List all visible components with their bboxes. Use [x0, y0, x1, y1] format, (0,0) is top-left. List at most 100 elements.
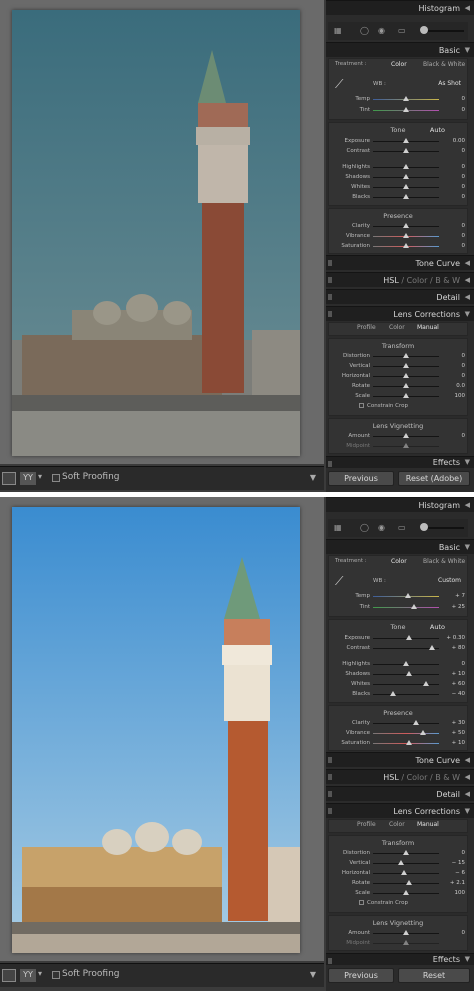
blacks-slider[interactable]: Blacks − 40: [329, 690, 469, 699]
treatment-bw-option[interactable]: Black & White: [423, 558, 465, 565]
tab-color[interactable]: Color: [389, 324, 405, 331]
slider-value[interactable]: + 7: [455, 593, 465, 599]
slider-handle[interactable]: [403, 194, 409, 199]
whites-slider[interactable]: Whites + 60: [329, 680, 469, 689]
slider-handle[interactable]: [403, 383, 409, 388]
slider-value[interactable]: + 60: [452, 681, 465, 687]
slider-handle[interactable]: [403, 930, 409, 935]
shadows-slider[interactable]: Shadows 0: [329, 173, 469, 182]
slider-handle[interactable]: [410, 604, 417, 609]
tint-slider[interactable]: Tint 0: [329, 106, 469, 115]
chevron-down-icon[interactable]: ▾: [38, 472, 42, 481]
slider-handle[interactable]: [406, 740, 413, 745]
slider-handle[interactable]: [422, 681, 429, 686]
color-label[interactable]: Color: [407, 276, 428, 285]
tint-slider[interactable]: Tint + 25: [329, 603, 469, 612]
slider-track[interactable]: [373, 733, 439, 734]
slider-value[interactable]: 0.0: [456, 383, 465, 389]
loupe-view-icon[interactable]: [2, 472, 16, 485]
slider-track[interactable]: [373, 863, 439, 864]
horizontal-slider[interactable]: Horizontal 0: [329, 372, 469, 381]
slider-value[interactable]: + 10: [452, 740, 465, 746]
tab-profile[interactable]: Profile: [357, 821, 376, 828]
chevron-down-icon[interactable]: ▾: [38, 969, 42, 978]
slider-value[interactable]: 0: [462, 433, 466, 439]
basic-header[interactable]: Basic ▼: [326, 539, 474, 554]
slider-value[interactable]: + 2.1: [450, 880, 465, 886]
slider-value[interactable]: 0: [462, 363, 466, 369]
slider-track[interactable]: [373, 694, 439, 695]
treatment-bw-option[interactable]: Black & White: [423, 61, 465, 68]
slider-value[interactable]: 0: [462, 373, 466, 379]
distortion-slider[interactable]: Distortion 0: [329, 849, 469, 858]
soft-proofing-checkbox[interactable]: [52, 474, 60, 482]
contrast-slider[interactable]: Contrast 0: [329, 147, 469, 156]
slider-handle[interactable]: [403, 363, 409, 368]
slider-value[interactable]: + 25: [452, 604, 465, 610]
slider-value[interactable]: + 50: [452, 730, 465, 736]
amount-slider[interactable]: Amount 0: [329, 929, 469, 938]
slider-handle[interactable]: [404, 593, 411, 598]
treatment-color-option[interactable]: Color: [391, 558, 407, 565]
slider-handle[interactable]: [403, 353, 409, 358]
reset-button[interactable]: Reset (Adobe): [398, 471, 470, 486]
color-label[interactable]: Color: [407, 773, 428, 782]
before-after-toggle[interactable]: YY: [20, 472, 36, 485]
graduated-filter-icon[interactable]: ▭: [398, 523, 406, 532]
slider-handle[interactable]: [403, 661, 409, 666]
slider-value[interactable]: 0: [462, 223, 466, 229]
slider-value[interactable]: 0: [462, 233, 466, 239]
slider-value[interactable]: − 40: [452, 691, 465, 697]
tone-curve-header[interactable]: Tone Curve ◀: [326, 255, 474, 270]
lens-corrections-header[interactable]: Lens Corrections ▼: [326, 803, 474, 818]
highlights-slider[interactable]: Highlights 0: [329, 163, 469, 172]
crop-icon[interactable]: ▦: [334, 523, 342, 532]
eyedropper-icon[interactable]: ⟋: [335, 77, 343, 92]
hsl-header[interactable]: HSL / Color / B & W ◀: [326, 272, 474, 287]
basic-header[interactable]: Basic ▼: [326, 42, 474, 57]
effects-header[interactable]: Effects ▼: [326, 953, 474, 965]
slider-handle[interactable]: [403, 373, 409, 378]
crop-icon[interactable]: ▦: [334, 26, 342, 35]
vibrance-slider[interactable]: Vibrance + 50: [329, 729, 469, 738]
slider-value[interactable]: − 6: [455, 870, 465, 876]
slider-handle[interactable]: [403, 233, 409, 238]
slider-handle[interactable]: [403, 940, 409, 945]
slider-value[interactable]: 0: [462, 164, 466, 170]
slider-value[interactable]: 0: [462, 353, 466, 359]
hsl-label[interactable]: HSL: [383, 773, 399, 782]
soft-proofing-checkbox[interactable]: [52, 971, 60, 979]
slider-handle[interactable]: [403, 433, 409, 438]
clarity-slider[interactable]: Clarity 0: [329, 222, 469, 231]
constrain-crop-checkbox[interactable]: Constrain Crop: [359, 403, 408, 409]
slider-handle[interactable]: [403, 96, 409, 101]
detail-header[interactable]: Detail ◀: [326, 786, 474, 801]
slider-handle[interactable]: [401, 870, 408, 875]
slider-handle[interactable]: [403, 164, 409, 169]
scale-slider[interactable]: Scale 100: [329, 392, 469, 401]
slider-value[interactable]: + 80: [452, 645, 465, 651]
slider-handle[interactable]: [403, 184, 409, 189]
saturation-slider[interactable]: Saturation 0: [329, 242, 469, 251]
slider-value[interactable]: 100: [455, 393, 466, 399]
slider-value[interactable]: 0: [462, 930, 466, 936]
slider-value[interactable]: + 10: [452, 671, 465, 677]
slider-handle[interactable]: [389, 691, 396, 696]
slider-value[interactable]: 0: [462, 661, 466, 667]
bw-label[interactable]: B & W: [435, 276, 460, 285]
slider-value[interactable]: 0: [462, 194, 466, 200]
tab-profile[interactable]: Profile: [357, 324, 376, 331]
temp-slider[interactable]: Temp + 7: [329, 592, 469, 601]
slider-handle[interactable]: [403, 174, 409, 179]
tab-manual[interactable]: Manual: [417, 821, 439, 828]
histogram-header[interactable]: Histogram ◀: [326, 0, 474, 15]
effects-header[interactable]: Effects ▼: [326, 456, 474, 468]
slider-value[interactable]: 0: [462, 96, 466, 102]
vertical-slider[interactable]: Vertical 0: [329, 362, 469, 371]
slider-handle[interactable]: [403, 107, 409, 112]
spot-removal-icon[interactable]: ◯: [360, 523, 369, 532]
eyedropper-icon[interactable]: ⟋: [335, 574, 343, 589]
reset-button[interactable]: Reset: [398, 968, 470, 983]
slider-value[interactable]: − 15: [452, 860, 465, 866]
histogram-header[interactable]: Histogram ◀: [326, 497, 474, 512]
